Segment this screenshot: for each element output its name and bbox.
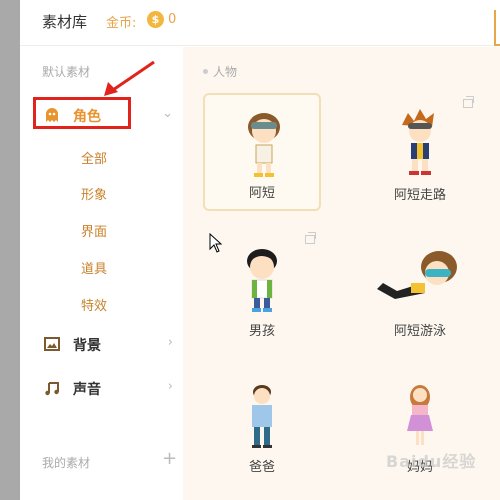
window-control-icon[interactable]	[494, 10, 500, 46]
image-icon	[44, 337, 60, 351]
character-image	[377, 251, 457, 299]
coin-value: 0	[168, 12, 177, 27]
character-image	[402, 109, 434, 175]
character-image	[247, 249, 277, 312]
section-default-label: 默认素材	[42, 65, 91, 79]
chevron-down-icon[interactable]: ⌄	[162, 106, 173, 121]
subcategory-ui[interactable]: 界面	[81, 221, 107, 240]
subcategory-props[interactable]: 道具	[81, 258, 107, 277]
annotation-highlight-box	[33, 97, 131, 129]
material-name: 阿短	[248, 186, 275, 201]
sidebar-item-background[interactable]: 背景 ›	[30, 328, 175, 360]
character-image	[252, 385, 272, 448]
material-card-dad[interactable]: 爸爸	[203, 365, 321, 483]
character-image	[248, 113, 280, 177]
sidebar-item-label: 声音	[73, 382, 101, 398]
character-image	[407, 385, 433, 445]
watermark-text: Baidu经验	[386, 452, 477, 471]
material-grid: 人物 阿短 阿短走路 男孩 阿短游泳 爸爸 妈妈	[183, 47, 500, 500]
annotation-arrow-icon	[104, 60, 155, 96]
subcategory-all[interactable]: 全部	[81, 148, 107, 167]
material-library-window: 素材库 金币: $ 0 默认素材 角色 ⌄ 全部 形象 界面 道具 特效 背景 …	[20, 0, 500, 500]
chevron-right-icon[interactable]: ›	[168, 335, 173, 350]
section-my-label: 我的素材	[42, 456, 91, 470]
material-card-a-duan-walking[interactable]: 阿短走路	[361, 93, 479, 211]
header: 素材库 金币: $ 0	[20, 0, 500, 46]
sidebar: 默认素材 角色 ⌄ 全部 形象 界面 道具 特效 背景 › 声音 › 我的素材 …	[20, 47, 183, 500]
copy-icon[interactable]	[305, 232, 316, 244]
copy-icon[interactable]	[463, 96, 474, 108]
coin-label: 金币:	[106, 16, 137, 31]
music-note-icon	[45, 382, 59, 396]
subcategory-image[interactable]: 形象	[81, 184, 107, 203]
app-title: 素材库	[42, 13, 88, 31]
add-material-icon[interactable]: +	[162, 448, 177, 469]
subcategory-effects[interactable]: 特效	[81, 295, 107, 314]
material-name: 阿短游泳	[393, 324, 446, 339]
sidebar-item-label: 背景	[73, 338, 101, 354]
material-name: 阿短走路	[393, 188, 446, 203]
group-title: 人物	[213, 65, 238, 79]
material-card-a-duan[interactable]: 阿短	[203, 93, 321, 211]
coin-icon: $	[147, 11, 164, 28]
bullet-icon	[203, 69, 208, 74]
sidebar-item-sound[interactable]: 声音 ›	[30, 372, 175, 404]
material-name: 爸爸	[248, 460, 275, 475]
material-name: 男孩	[248, 324, 275, 339]
chevron-right-icon[interactable]: ›	[168, 379, 173, 394]
material-card-a-duan-swimming[interactable]: 阿短游泳	[361, 229, 479, 347]
mouse-cursor-icon	[209, 233, 223, 253]
